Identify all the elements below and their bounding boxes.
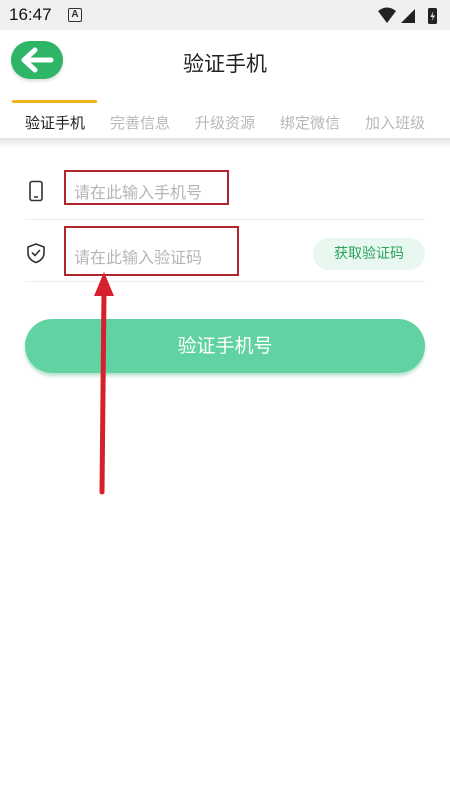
annotation-arrow <box>94 272 114 495</box>
